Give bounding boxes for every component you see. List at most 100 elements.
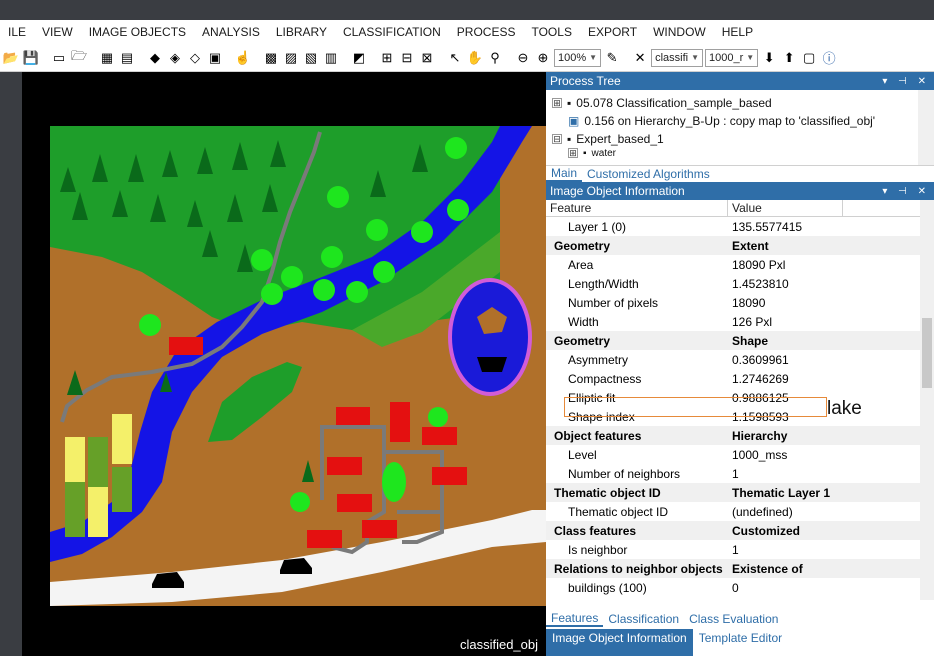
process-tree-title-bar: Process Tree ▾ ⊣ ✕ — [546, 72, 934, 90]
cursor-icon[interactable]: ↖ — [446, 49, 464, 67]
zoom-area-icon[interactable]: ⚲ — [486, 49, 504, 67]
view-mode-4-icon[interactable]: ▥ — [322, 49, 340, 67]
tab-classification[interactable]: Classification — [603, 611, 684, 627]
view-mode-3-icon[interactable]: ▧ — [302, 49, 320, 67]
class-icon-3[interactable]: ◇ — [186, 49, 204, 67]
menu-item-export[interactable]: EXPORT — [580, 25, 645, 39]
feature-section-row[interactable]: Geometry Extent — [546, 236, 934, 255]
view-mode-1-icon[interactable]: ▩ — [262, 49, 280, 67]
panel-tab-template-editor[interactable]: Template Editor — [693, 629, 788, 656]
menu-item-image-objects[interactable]: IMAGE OBJECTS — [81, 25, 194, 39]
panel-tab-image-object-information[interactable]: Image Object Information — [546, 629, 693, 656]
pointer-hand-icon[interactable]: ☝ — [234, 49, 252, 67]
scrollbar-thumb[interactable] — [922, 318, 932, 388]
feature-value: Existence of — [728, 561, 843, 576]
feature-row[interactable]: Is neighbor 1 — [546, 540, 934, 559]
expand-icon[interactable]: ⊟ — [552, 134, 562, 144]
feature-value: 0.3609961 — [732, 352, 789, 367]
chevron-down-icon: ▼ — [746, 53, 755, 62]
feature-row[interactable]: Layer 1 (0) 135.5577415 — [546, 217, 934, 236]
scrollbar[interactable] — [918, 90, 934, 165]
info-icon[interactable]: ⓘ — [820, 49, 838, 67]
feature-section-row[interactable]: Relations to neighbor objects Existence o… — [546, 559, 934, 578]
feature-value: 1 — [732, 466, 739, 481]
tree-item-label: 05.078 Classification_sample_based — [576, 96, 772, 110]
open-icon[interactable]: 📂 — [2, 49, 20, 67]
feature-section-row[interactable]: Geometry Shape — [546, 331, 934, 350]
sample-icon[interactable]: ◩ — [350, 49, 368, 67]
tree-item[interactable]: ⊟ ▪ Expert_based_1 — [552, 130, 934, 148]
menu-item-window[interactable]: WINDOW — [645, 25, 714, 39]
panel-controls-icon[interactable]: ▾ ⊣ ✕ — [882, 186, 930, 197]
value-column-header[interactable]: Value — [728, 200, 843, 216]
feature-column-header[interactable]: Feature — [546, 200, 728, 216]
class-icon-2[interactable]: ◈ — [166, 49, 184, 67]
panel-controls-icon[interactable]: ▾ ⊣ ✕ — [882, 76, 930, 87]
zoom-select[interactable]: 100% ▼ — [554, 48, 602, 67]
export-icon[interactable]: ▤ — [118, 49, 136, 67]
feature-row[interactable]: Area 18090 Pxl — [546, 255, 934, 274]
edit-icon[interactable]: ✎ — [603, 49, 621, 67]
menu-item-help[interactable]: HELP — [714, 25, 761, 39]
feature-section-row[interactable]: Object features Hierarchy — [546, 426, 934, 445]
expand-icon[interactable]: ⊞ — [568, 148, 578, 158]
folder-icon[interactable]: 🗁 — [70, 48, 88, 67]
tab-class-evaluation[interactable]: Class Evaluation — [684, 611, 783, 627]
feature-row[interactable]: Level 1000_mss — [546, 445, 934, 464]
feature-row[interactable]: Compactness 1.2746269 — [546, 369, 934, 388]
tree-item[interactable]: ⊞ ▪ water — [552, 148, 934, 158]
window-icon[interactable]: ▢ — [800, 49, 818, 67]
tree-item-label: Expert_based_1 — [576, 132, 664, 146]
arrow-up-icon[interactable]: ⬆ — [780, 49, 798, 67]
feature-row[interactable]: Thematic object ID (undefined) — [546, 502, 934, 521]
grid-3-icon[interactable]: ⊠ — [418, 49, 436, 67]
menu-item-ile[interactable]: ILE — [0, 25, 34, 39]
feature-row[interactable]: Asymmetry 0.3609961 — [546, 350, 934, 369]
arrow-down-icon[interactable]: ⬇ — [760, 49, 778, 67]
class-icon-1[interactable]: ◆ — [146, 49, 164, 67]
tree-item[interactable]: ▣ 0.156 on Hierarchy_B-Up : copy map to '… — [552, 112, 934, 130]
feature-row[interactable]: Number of pixels 18090 — [546, 293, 934, 312]
menu-item-library[interactable]: LIBRARY — [268, 25, 335, 39]
feature-value: 18090 — [732, 295, 766, 310]
menu-item-view[interactable]: VIEW — [34, 25, 81, 39]
feature-section-row[interactable]: Thematic object ID Thematic Layer 1 — [546, 483, 934, 502]
menu-item-tools[interactable]: TOOLS — [523, 25, 579, 39]
layer-icon[interactable]: ▦ — [98, 49, 116, 67]
tab-features[interactable]: Features — [546, 611, 604, 627]
feature-row[interactable]: Length/Width 1.4523810 — [546, 274, 934, 293]
map-viewer[interactable]: classified_obj — [22, 72, 546, 656]
right-panel: Process Tree ▾ ⊣ ✕ ⊞ ▪ 05.078 Classificati… — [546, 72, 934, 656]
feature-value: 18090 Pxl — [732, 257, 786, 272]
expand-icon[interactable]: ⊞ — [552, 98, 562, 108]
zoom-out-icon[interactable]: ⊖ — [514, 49, 532, 67]
scrollbar[interactable] — [920, 200, 934, 600]
feature-row[interactable]: Number of neighbors 1 — [546, 464, 934, 483]
view-mode-2-icon[interactable]: ▨ — [282, 49, 300, 67]
menu-item-process[interactable]: PROCESS — [449, 25, 524, 39]
feature-row[interactable]: Width 126 Pxl — [546, 312, 934, 331]
menu-item-classification[interactable]: CLASSIFICATION — [335, 25, 449, 39]
grid-2-icon[interactable]: ⊟ — [398, 49, 416, 67]
image-object-info-title: Image Object Information — [550, 184, 685, 198]
feature-value: 1 — [732, 542, 739, 557]
new-window-icon[interactable]: ▭ — [50, 49, 68, 67]
feature-row[interactable]: buildings (100) 0 — [546, 578, 934, 597]
tree-item-label: 0.156 on Hierarchy_B-Up : copy map to 'c… — [584, 114, 876, 128]
save-icon[interactable]: 💾 — [22, 49, 40, 67]
tab-main[interactable]: Main — [546, 166, 583, 182]
menu-item-analysis[interactable]: ANALYSIS — [194, 25, 268, 39]
level-select[interactable]: 1000_r ▼ — [705, 48, 759, 67]
feature-value: 0 — [732, 580, 739, 595]
classify-icon[interactable]: ✕ — [631, 49, 649, 67]
feature-name: Length/Width — [568, 276, 639, 291]
tree-item[interactable]: ⊞ ▪ 05.078 Classification_sample_based — [552, 94, 934, 112]
class-icon-4[interactable]: ▣ — [206, 49, 224, 67]
class-select[interactable]: classifi ▼ — [651, 48, 703, 67]
feature-section-row[interactable]: Class features Customized — [546, 521, 934, 540]
tab-customized-algorithms[interactable]: Customized Algorithms — [582, 166, 715, 182]
grid-1-icon[interactable]: ⊞ — [378, 49, 396, 67]
zoom-in-icon[interactable]: ⊕ — [534, 49, 552, 67]
pan-hand-icon[interactable]: ✋ — [466, 49, 484, 67]
feature-value: Extent — [728, 238, 843, 253]
